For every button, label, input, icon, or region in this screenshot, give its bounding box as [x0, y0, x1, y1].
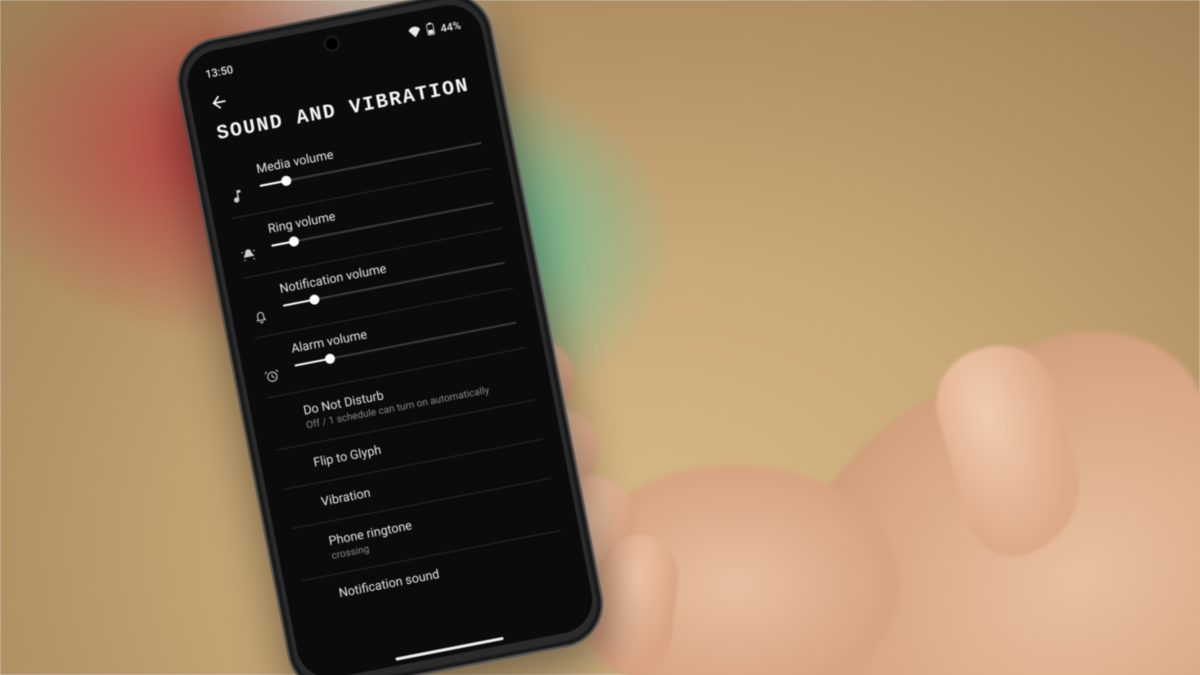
ringer-icon — [233, 225, 260, 266]
battery-percentage: 44% — [439, 18, 462, 35]
photo-background: 13:50 44% S — [0, 0, 1200, 675]
phone-screen: 13:50 44% S — [182, 0, 598, 675]
wifi-icon — [408, 25, 423, 41]
bell-icon — [245, 285, 272, 326]
home-indicator[interactable] — [395, 637, 504, 661]
smartphone: 13:50 44% S — [169, 0, 610, 675]
back-button[interactable] — [207, 90, 230, 113]
status-time: 13:50 — [204, 63, 234, 81]
battery-icon — [425, 22, 437, 39]
alarm-icon — [257, 345, 284, 386]
settings-list: Media volume Ring volume — [201, 101, 586, 623]
music-note-icon — [222, 165, 249, 206]
